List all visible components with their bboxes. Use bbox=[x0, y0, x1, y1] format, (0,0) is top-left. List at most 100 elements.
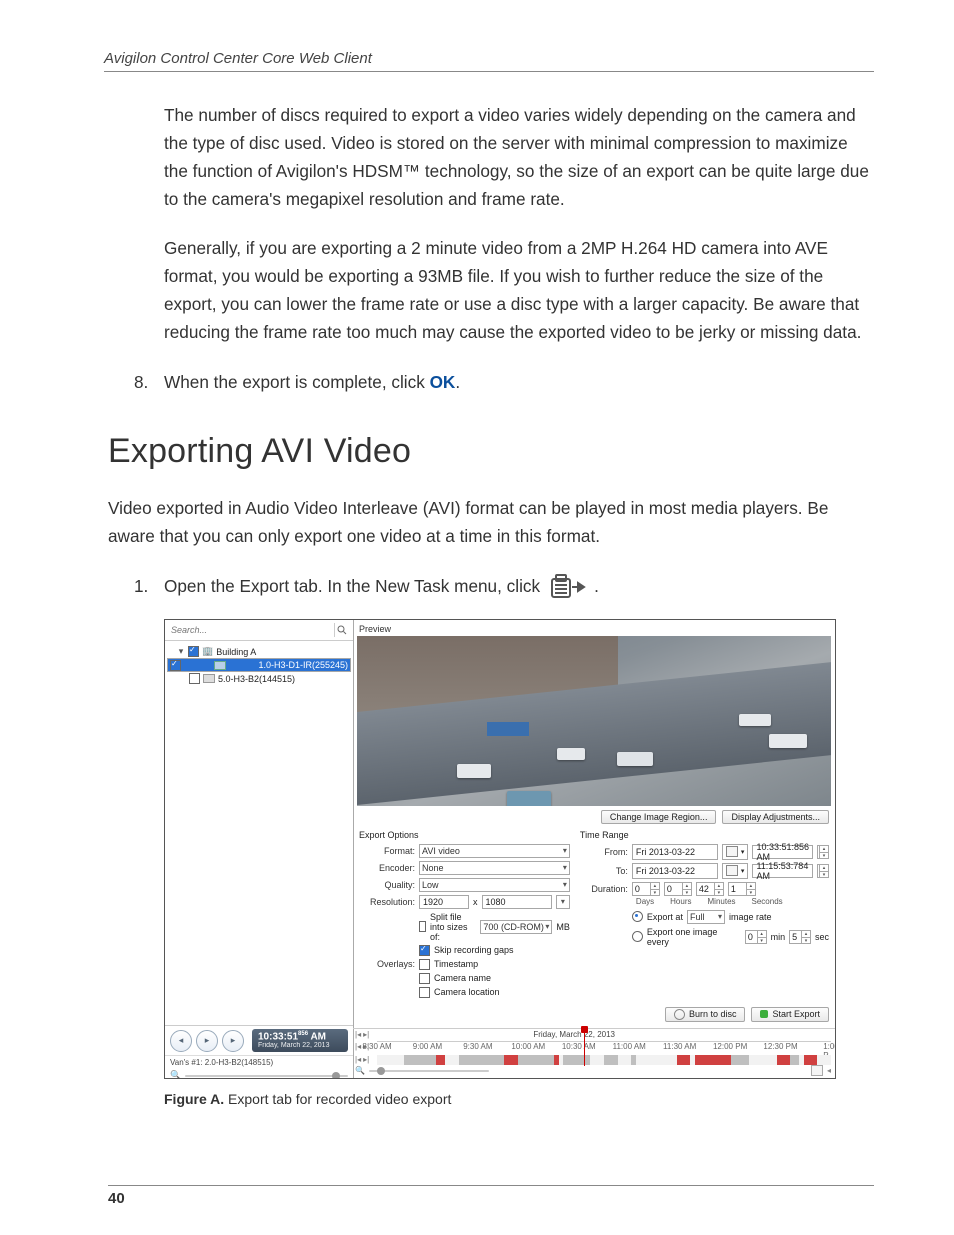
from-date-picker[interactable]: ▾ bbox=[722, 844, 749, 860]
calendar-icon bbox=[726, 865, 738, 876]
overlay-timestamp-checkbox[interactable] bbox=[419, 959, 430, 970]
duration-label: Duration: bbox=[580, 884, 628, 894]
play-button[interactable]: ▸ bbox=[196, 1030, 218, 1052]
search-input[interactable] bbox=[169, 624, 334, 636]
unit-days: Days bbox=[636, 897, 654, 906]
checkbox-icon[interactable] bbox=[188, 646, 199, 657]
display-adjustments-button[interactable]: Display Adjustments... bbox=[722, 810, 829, 824]
site-icon: 🏢 bbox=[202, 646, 213, 657]
overlay-camname-checkbox[interactable] bbox=[419, 973, 430, 984]
overlay-camloc-checkbox[interactable] bbox=[419, 987, 430, 998]
playback-strip: ◂ ▸ ▸ 10:33:51856 AM Friday, March 22, 2… bbox=[165, 1025, 353, 1078]
from-time-input[interactable]: 10:33:51:856 AM bbox=[752, 845, 813, 859]
export-every-min-unit: min bbox=[771, 932, 786, 942]
encoder-select[interactable]: None▾ bbox=[419, 861, 570, 875]
to-time-input[interactable]: 11:15:53:784 AM bbox=[752, 864, 813, 878]
timeline-tick: 12:00 PM bbox=[713, 1042, 747, 1051]
section-heading-exporting-avi: Exporting AVI Video bbox=[108, 432, 874, 471]
chevron-down-icon: ▾ bbox=[561, 897, 565, 906]
split-label: Split file into sizes of: bbox=[430, 912, 476, 942]
step-1-text-a: Open the Export tab. In the New Task men… bbox=[164, 573, 540, 601]
calendar-icon[interactable] bbox=[811, 1065, 823, 1076]
burn-to-disc-button[interactable]: Burn to disc bbox=[665, 1007, 746, 1022]
res-width-input[interactable]: 1920 bbox=[419, 895, 469, 909]
overlay-camloc-label: Camera location bbox=[434, 987, 500, 997]
export-at-select[interactable]: Full▾ bbox=[687, 910, 725, 924]
intro-paragraph: Video exported in Audio Video Interleave… bbox=[108, 495, 874, 551]
dur-sec-input[interactable]: 1▴▾ bbox=[728, 882, 756, 896]
step-1: 1. Open the Export tab. In the New Task … bbox=[108, 573, 874, 601]
timeline-tick: 8:30 AM bbox=[362, 1042, 391, 1051]
quality-label: Quality: bbox=[359, 880, 415, 890]
unit-minutes: Minutes bbox=[708, 897, 736, 906]
left-zoom-slider[interactable]: 🔍 bbox=[165, 1069, 353, 1079]
export-every-sec-unit: sec bbox=[815, 932, 829, 942]
res-dropdown[interactable]: ▾ bbox=[556, 895, 570, 909]
export-options-panel: Export Options Format: AVI video▾ Encode… bbox=[359, 828, 570, 1001]
chevron-down-icon: ▾ bbox=[563, 846, 567, 855]
timeline-tick: 10:00 AM bbox=[511, 1042, 545, 1051]
paragraph-discs: The number of discs required to export a… bbox=[164, 102, 874, 213]
from-date-input[interactable]: Fri 2013-03-22 bbox=[632, 844, 718, 860]
start-icon bbox=[760, 1010, 768, 1018]
encoder-label: Encoder: bbox=[359, 863, 415, 873]
time-range-panel: Time Range From: Fri 2013-03-22 ▾ 10:33:… bbox=[580, 828, 829, 1001]
quality-select[interactable]: Low▾ bbox=[419, 878, 570, 892]
export-at-radio[interactable] bbox=[632, 911, 643, 922]
unit-seconds: Seconds bbox=[752, 897, 783, 906]
ok-label: OK bbox=[430, 372, 456, 392]
skip-gaps-label: Skip recording gaps bbox=[434, 945, 514, 955]
export-options-title: Export Options bbox=[359, 828, 570, 844]
timeline-tick: 11:30 AM bbox=[663, 1042, 696, 1051]
to-date-picker[interactable]: ▾ bbox=[722, 863, 749, 879]
export-tab-screenshot: ▾ 🏢 Building A 1.0-H3-D1-IR(255245) 5.0-… bbox=[164, 619, 836, 1079]
split-size-select[interactable]: 700 (CD-ROM)▾ bbox=[480, 920, 552, 934]
tree-cam-2-label: 5.0-H3-B2(144515) bbox=[218, 674, 295, 684]
skip-gaps-checkbox[interactable] bbox=[419, 945, 430, 956]
timeline-tick: 12:30 PM bbox=[763, 1042, 797, 1051]
format-select[interactable]: AVI video▾ bbox=[419, 844, 570, 858]
timeline-marker[interactable] bbox=[584, 1029, 585, 1066]
calendar-icon bbox=[726, 846, 738, 857]
checkbox-icon[interactable] bbox=[189, 673, 200, 684]
dur-days-input[interactable]: 0▴▾ bbox=[632, 882, 660, 896]
to-time-spinner[interactable]: ▴▾ bbox=[817, 864, 829, 878]
timeline[interactable]: |◂▸| |◂▸| |◂▸| Friday, March 22, 2013 8:… bbox=[353, 1028, 835, 1078]
export-every-min-input[interactable]: 0▴▾ bbox=[745, 930, 767, 944]
overlay-timestamp-label: Timestamp bbox=[434, 959, 478, 969]
from-time-spinner[interactable]: ▴▾ bbox=[817, 845, 829, 859]
dur-hours-input[interactable]: 0▴▾ bbox=[664, 882, 692, 896]
start-export-button[interactable]: Start Export bbox=[751, 1007, 829, 1022]
to-date-input[interactable]: Fri 2013-03-22 bbox=[632, 863, 718, 879]
search-icon[interactable] bbox=[334, 623, 349, 637]
timeline-tick: 9:30 AM bbox=[463, 1042, 492, 1051]
step-back-button[interactable]: ◂ bbox=[170, 1030, 192, 1052]
res-height-input[interactable]: 1080 bbox=[482, 895, 552, 909]
tree-cam-2[interactable]: 5.0-H3-B2(144515) bbox=[167, 672, 351, 685]
export-every-radio[interactable] bbox=[632, 931, 643, 942]
timeline-date: Friday, March 22, 2013 bbox=[533, 1030, 615, 1039]
split-checkbox[interactable] bbox=[419, 921, 426, 932]
disc-icon bbox=[674, 1009, 685, 1020]
zoom-out-icon[interactable]: 🔍 bbox=[170, 1070, 181, 1079]
tree-cam-1-label: 1.0-H3-D1-IR(255245) bbox=[258, 660, 348, 670]
tree-cam-1[interactable]: 1.0-H3-D1-IR(255245) bbox=[167, 658, 351, 672]
to-label: To: bbox=[580, 866, 628, 876]
export-every-sec-input[interactable]: 5▴▾ bbox=[789, 930, 811, 944]
zoom-out-icon[interactable]: 🔍 bbox=[355, 1066, 365, 1075]
step-1-number: 1. bbox=[108, 573, 164, 601]
split-unit: MB bbox=[556, 922, 570, 932]
from-label: From: bbox=[580, 847, 628, 857]
change-image-region-button[interactable]: Change Image Region... bbox=[601, 810, 717, 824]
running-header: Avigilon Control Center Core Web Client bbox=[104, 50, 874, 72]
page-number: 40 bbox=[108, 1185, 874, 1207]
dur-min-input[interactable]: 42▴▾ bbox=[696, 882, 724, 896]
step-fwd-button[interactable]: ▸ bbox=[222, 1030, 244, 1052]
right-pane: Preview Change Image Region... Display A… bbox=[353, 620, 835, 1078]
format-label: Format: bbox=[359, 846, 415, 856]
camera-icon bbox=[214, 661, 226, 670]
chevron-down-icon: ▾ bbox=[718, 912, 722, 921]
tree-root[interactable]: ▾ 🏢 Building A bbox=[167, 645, 351, 658]
checkbox-icon[interactable] bbox=[170, 660, 181, 671]
step-8: 8. When the export is complete, click OK… bbox=[108, 369, 874, 397]
